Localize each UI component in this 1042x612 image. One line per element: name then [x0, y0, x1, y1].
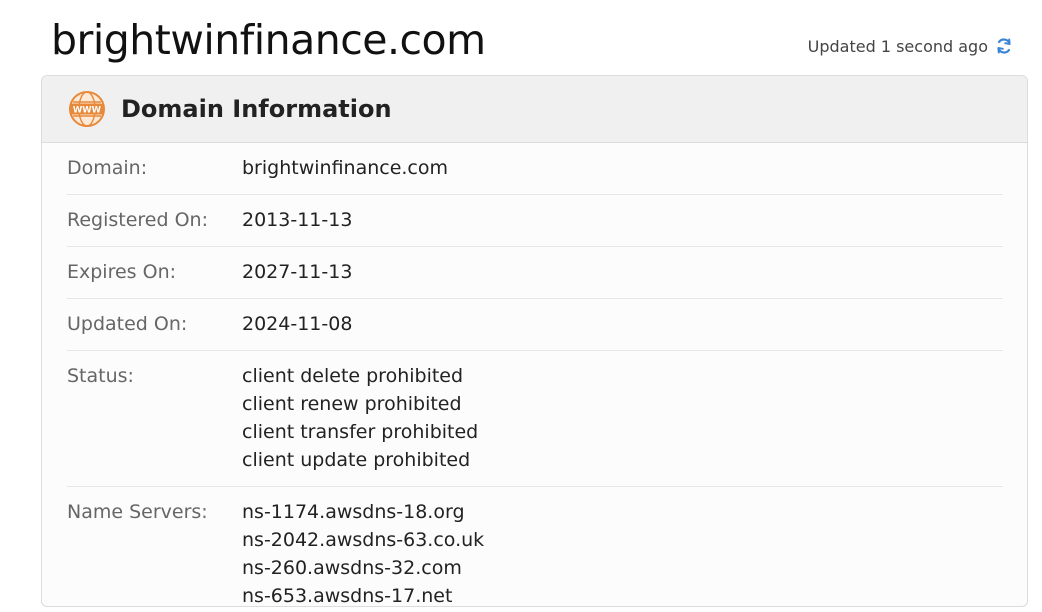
domain-info-card: WWW Domain Information Domain: brightwin…: [41, 75, 1028, 607]
refresh-icon[interactable]: [994, 36, 1014, 56]
status-item: client delete prohibited: [242, 365, 464, 387]
status-item: client update prohibited: [242, 449, 471, 471]
card-title: Domain Information: [121, 95, 392, 123]
updated-text: Updated 1 second ago: [807, 36, 988, 56]
www-globe-icon: WWW: [68, 90, 106, 128]
domain-label: Domain:: [67, 157, 148, 179]
expires-value: 2027-11-13: [242, 261, 353, 283]
nameserver-item: ns-260.awsdns-32.com: [242, 557, 462, 579]
nameserver-item: ns-653.awsdns-17.net: [242, 585, 453, 607]
status-item: client renew prohibited: [242, 393, 462, 415]
domain-value: brightwinfinance.com: [242, 157, 449, 179]
nameservers-row: Name Servers: ns-1174.awsdns-18.org ns-2…: [67, 487, 1003, 607]
nameservers-values: ns-1174.awsdns-18.org ns-2042.awsdns-63.…: [242, 498, 485, 607]
svg-text:WWW: WWW: [73, 105, 102, 115]
registered-label: Registered On:: [67, 209, 208, 231]
domain-row: Domain: brightwinfinance.com: [67, 143, 1003, 195]
registered-value: 2013-11-13: [242, 209, 353, 231]
status-row: Status: client delete prohibited client …: [67, 351, 1003, 487]
registered-row: Registered On: 2013-11-13: [67, 195, 1003, 247]
updated-status: Updated 1 second ago: [808, 36, 1014, 56]
status-values: client delete prohibited client renew pr…: [242, 362, 478, 474]
page-title: brightwinfinance.com: [51, 16, 486, 64]
expires-label: Expires On:: [67, 261, 177, 283]
card-header: WWW Domain Information: [42, 76, 1027, 143]
updated-label: Updated On:: [67, 313, 188, 335]
updated-value: 2024-11-08: [242, 313, 353, 335]
nameservers-label: Name Servers:: [67, 501, 208, 523]
status-label: Status:: [67, 365, 134, 387]
status-item: client transfer prohibited: [242, 421, 479, 443]
updated-row: Updated On: 2024-11-08: [67, 299, 1003, 351]
nameserver-item: ns-2042.awsdns-63.co.uk: [242, 529, 485, 551]
nameserver-item: ns-1174.awsdns-18.org: [242, 501, 465, 523]
expires-row: Expires On: 2027-11-13: [67, 247, 1003, 299]
